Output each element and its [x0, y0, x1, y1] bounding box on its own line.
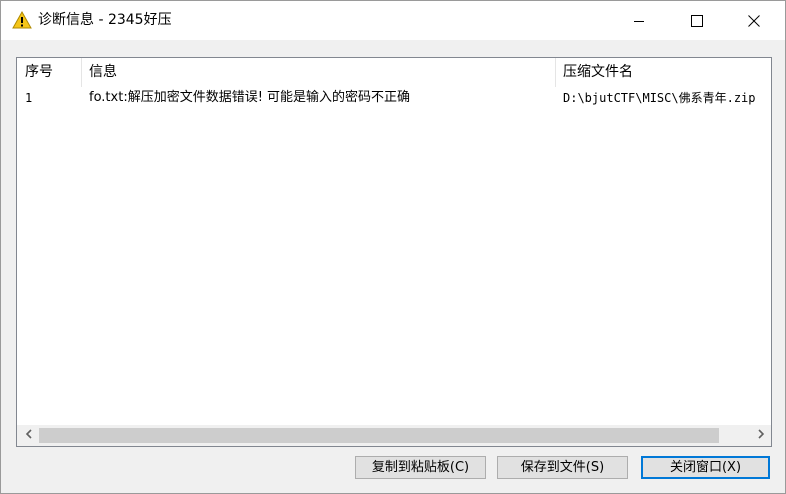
minimize-button[interactable]: [616, 1, 662, 40]
column-header-archive[interactable]: 压缩文件名: [555, 58, 771, 87]
close-icon: [748, 14, 760, 27]
scrollbar-thumb[interactable]: [39, 428, 719, 443]
close-dialog-button[interactable]: 关闭窗口(X): [641, 456, 770, 479]
diagnostics-list[interactable]: 序号 信息 压缩文件名 1 fo.txt:解压加密文件数据错误! 可能是输入的密…: [16, 57, 772, 447]
title-bar[interactable]: 诊断信息 - 2345好压: [1, 1, 785, 40]
row-archive: D:\bjutCTF\MISC\佛系青年.zip: [563, 91, 756, 105]
copy-to-clipboard-button[interactable]: 复制到粘贴板(C): [355, 456, 486, 479]
save-to-file-button[interactable]: 保存到文件(S): [497, 456, 628, 479]
column-header-message[interactable]: 信息: [81, 58, 555, 87]
chevron-right-icon: [757, 428, 765, 443]
dialog-window: 诊断信息 - 2345好压 序号 信息 压缩文件名 1 fo.txt:解压加密文…: [0, 0, 786, 494]
minimize-icon: [633, 15, 645, 27]
scroll-right-button[interactable]: [750, 425, 771, 446]
row-message: fo.txt:解压加密文件数据错误! 可能是输入的密码不正确: [89, 90, 411, 105]
maximize-button[interactable]: [674, 1, 720, 40]
chevron-left-icon: [25, 428, 33, 443]
list-header: 序号 信息 压缩文件名: [17, 58, 771, 87]
maximize-icon: [691, 14, 703, 27]
scroll-left-button[interactable]: [18, 425, 39, 446]
close-window-button[interactable]: [731, 1, 777, 40]
window-title: 诊断信息 - 2345好压: [38, 12, 172, 28]
row-index: 1: [25, 91, 33, 105]
warning-icon: [12, 10, 32, 29]
horizontal-scrollbar[interactable]: [17, 425, 771, 446]
table-row[interactable]: 1 fo.txt:解压加密文件数据错误! 可能是输入的密码不正确 D:\bjut…: [17, 88, 771, 108]
column-header-index[interactable]: 序号: [17, 58, 81, 87]
